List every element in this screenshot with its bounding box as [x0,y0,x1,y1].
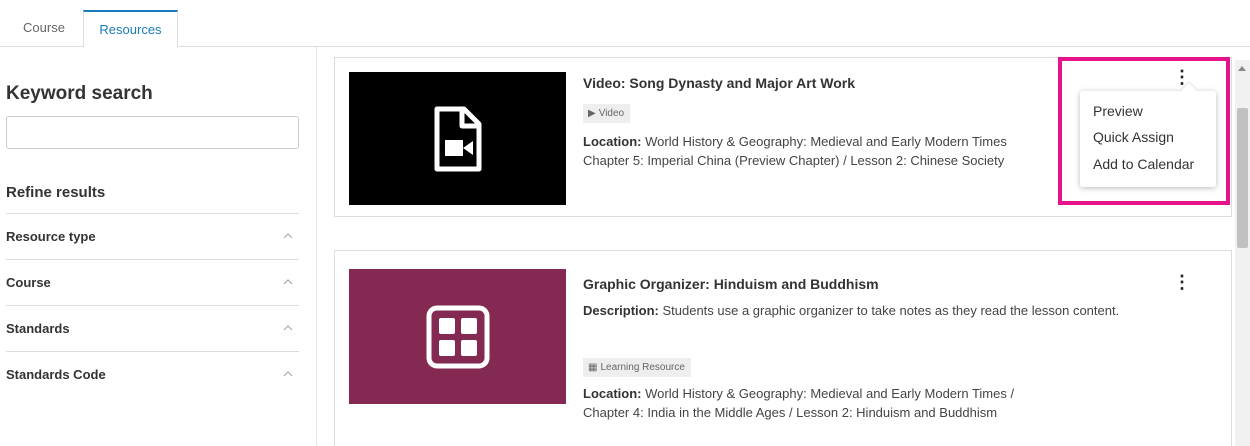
tab-resources[interactable]: Resources [83,10,178,48]
video-thumbnail[interactable] [349,72,566,205]
grid-icon: ▦ [588,362,598,373]
chevron-up-icon [283,325,293,331]
description-label: Description: [583,303,659,318]
description-text: Students use a graphic organizer to take… [662,303,1120,318]
scroll-thumb[interactable] [1237,108,1248,248]
filter-label: Course [6,275,51,290]
refine-results-title: Refine results [6,184,106,201]
tab-course[interactable]: Course [10,10,78,48]
highlight-box [1058,57,1230,205]
badge-label: Video [598,108,625,119]
location-label: Location: [583,134,642,149]
location-line-2: Chapter 4: India in the Middle Ages / Le… [583,405,998,420]
scrollbar[interactable] [1235,60,1250,446]
resource-type-badge: ▶ Video [583,104,631,123]
chevron-up-icon [283,279,293,285]
location-line-2: Chapter 5: Imperial China (Preview Chapt… [583,153,1005,168]
video-file-icon [434,106,481,171]
badge-label: Learning Resource [600,362,685,373]
filter-label: Standards [6,321,70,336]
resource-title[interactable]: Graphic Organizer: Hinduism and Buddhism [583,276,879,292]
scroll-up-icon[interactable] [1238,66,1246,71]
filter-course[interactable]: Course [6,259,299,305]
resource-card: Graphic Organizer: Hinduism and Buddhism… [334,250,1232,446]
resource-description: Description: Students use a graphic orga… [583,301,1123,320]
filter-resource-type[interactable]: Resource type [6,213,299,259]
tab-bar: Course Resources [0,0,1250,48]
filter-sidebar: Keyword search Refine results Resource t… [0,47,317,446]
location-line-1: World History & Geography: Medieval and … [645,134,1007,149]
filter-label: Standards Code [6,367,106,382]
organizer-thumbnail[interactable] [349,269,566,404]
chevron-up-icon [283,371,293,377]
location-line-1: World History & Geography: Medieval and … [645,386,1015,401]
location-label: Location: [583,386,642,401]
filter-standards-code[interactable]: Standards Code [6,351,299,397]
keyword-search-title: Keyword search [6,83,153,104]
chevron-up-icon [283,233,293,239]
filter-standards[interactable]: Standards [6,305,299,351]
video-icon: ▶ [588,108,596,119]
keyword-search-input[interactable] [6,116,299,149]
resource-type-badge: ▦ Learning Resource [583,358,691,377]
resource-title[interactable]: Video: Song Dynasty and Major Art Work [583,75,855,91]
grid-icon [426,305,489,368]
resource-location: Location: World History & Geography: Med… [583,384,1143,422]
resource-location: Location: World History & Geography: Med… [583,132,1073,170]
filter-label: Resource type [6,229,96,244]
more-options-icon[interactable]: ⋮ [1173,273,1191,291]
